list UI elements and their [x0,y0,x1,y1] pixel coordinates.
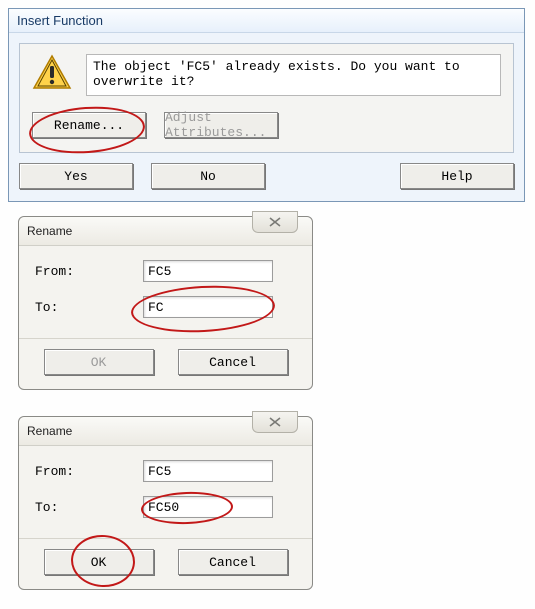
dialog-body: The object 'FC5' already exists. Do you … [19,43,514,153]
adjust-attributes-button: Adjust Attributes... [164,112,278,138]
close-button[interactable] [252,211,298,233]
close-icon [268,217,282,227]
to-row: To: FC50 [35,496,296,518]
to-label: To: [35,300,135,315]
no-button[interactable]: No [151,163,265,189]
insert-function-dialog: Insert Function The object 'FC5' already… [8,8,525,202]
message-text: The object 'FC5' already exists. Do you … [86,54,501,96]
to-label: To: [35,500,135,515]
to-input[interactable]: FC [143,296,273,318]
cancel-button[interactable]: Cancel [178,549,288,575]
from-label: From: [35,464,135,479]
dialog-title: Insert Function [9,9,524,33]
from-input[interactable]: FC5 [143,260,273,282]
rename-button[interactable]: Rename... [32,112,146,138]
warning-icon [32,54,72,95]
to-row: To: FC [35,296,296,318]
help-button[interactable]: Help [400,163,514,189]
dialog-title: Rename [27,424,72,438]
from-row: From: FC5 [35,260,296,282]
from-input[interactable]: FC5 [143,460,273,482]
cancel-button[interactable]: Cancel [178,349,288,375]
dialog-title: Rename [27,224,72,238]
close-button[interactable] [252,411,298,433]
ok-button[interactable]: OK [44,549,154,575]
from-label: From: [35,264,135,279]
rename-dialog-1: Rename From: FC5 To: FC OK Cancel [18,216,313,390]
close-icon [268,417,282,427]
rename-dialog-2: Rename From: FC5 To: FC50 OK Cancel [18,416,313,590]
ok-button: OK [44,349,154,375]
to-input[interactable]: FC50 [143,496,273,518]
from-row: From: FC5 [35,460,296,482]
yes-button[interactable]: Yes [19,163,133,189]
